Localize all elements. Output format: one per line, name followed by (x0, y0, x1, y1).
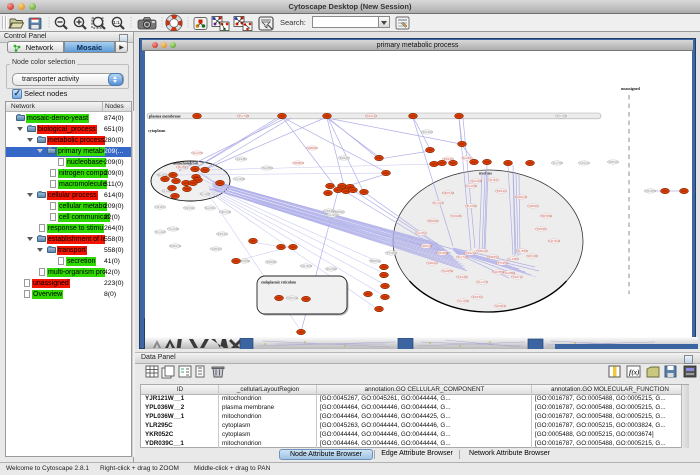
svg-text:YEL069C: YEL069C (461, 156, 472, 160)
svg-text:YGR191W: YGR191W (300, 264, 313, 268)
svg-text:YJR160C: YJR160C (487, 178, 498, 182)
svg-text:YDR343C: YDR343C (183, 206, 195, 210)
svg-text:YPL265W: YPL265W (465, 204, 477, 208)
svg-text:YOL156W: YOL156W (233, 177, 246, 181)
svg-text:YOL156W: YOL156W (457, 299, 470, 303)
svg-text:YBR069C: YBR069C (487, 255, 499, 259)
svg-text:YOL103W: YOL103W (167, 227, 180, 231)
svg-text:YJR152W: YJR152W (555, 114, 567, 118)
svg-text:YDR536W: YDR536W (540, 214, 553, 218)
svg-text:YDR508C: YDR508C (535, 227, 547, 231)
svg-text:YJR160C: YJR160C (154, 205, 165, 209)
svg-text:YOR011W: YOR011W (286, 296, 299, 300)
svg-text:YKR039W: YKR039W (644, 189, 657, 193)
svg-text:YHR096C: YHR096C (527, 204, 539, 208)
svg-text:YPT035W: YPT035W (385, 251, 397, 255)
svg-text:YKL148C: YKL148C (199, 192, 210, 196)
svg-text:YGR138C: YGR138C (235, 157, 247, 161)
svg-text:YHR094C: YHR094C (426, 261, 438, 265)
svg-text:YKL217W: YKL217W (476, 280, 488, 284)
svg-text:YDR508C: YDR508C (265, 260, 277, 264)
svg-text:YMR011W: YMR011W (515, 195, 528, 199)
svg-text:YOL103W: YOL103W (465, 184, 478, 188)
svg-text:YPL274W: YPL274W (551, 161, 563, 165)
svg-text:endoplasmic reticulum: endoplasmic reticulum (261, 281, 296, 285)
svg-text:nucleus: nucleus (479, 171, 492, 176)
svg-text:YGR121C: YGR121C (365, 114, 377, 118)
svg-text:YKR039W: YKR039W (436, 251, 449, 255)
svg-text:YMR011W: YMR011W (169, 244, 182, 248)
svg-text:cytoplasm: cytoplasm (148, 128, 166, 133)
svg-text:plasma membrane: plasma membrane (149, 114, 181, 119)
svg-text:YML081: YML081 (176, 165, 186, 169)
svg-text:YLR081W: YLR081W (292, 161, 304, 165)
svg-text:YDR345C: YDR345C (338, 156, 350, 160)
svg-text:YDR345C: YDR345C (471, 295, 483, 299)
svg-text:YLL028W: YLL028W (507, 257, 519, 261)
svg-text:unassigned: unassigned (621, 86, 641, 91)
svg-text:1:1: 1:1 (113, 20, 120, 25)
svg-text:YNR072W: YNR072W (442, 191, 455, 195)
svg-text:YNL065W: YNL065W (261, 166, 273, 170)
svg-text:YPL274W: YPL274W (456, 255, 468, 259)
svg-text:YLR081W: YLR081W (494, 304, 506, 308)
svg-text:YJR152W: YJR152W (526, 254, 538, 258)
svg-text:YGR121C: YGR121C (464, 251, 476, 255)
svg-text:YCL025C: YCL025C (326, 213, 337, 217)
svg-text:YPL265W: YPL265W (325, 267, 337, 271)
svg-text:YNR072W: YNR072W (219, 210, 232, 214)
svg-text:YCL025C: YCL025C (415, 231, 426, 235)
svg-text:YBR068C: YBR068C (427, 219, 439, 223)
svg-text:YFL055W: YFL055W (516, 249, 528, 253)
svg-text:YOR348C: YOR348C (450, 214, 462, 218)
svg-text:f(x): f(x) (629, 369, 640, 377)
svg-text:YDL194W: YDL194W (421, 130, 433, 134)
svg-text:YDR544C: YDR544C (476, 249, 488, 253)
svg-text:YEL069C: YEL069C (204, 206, 215, 210)
svg-text:YHR096C: YHR096C (210, 247, 222, 251)
svg-text:YPT035W: YPT035W (496, 261, 508, 265)
svg-text:YDR342C: YDR342C (495, 189, 507, 193)
svg-text:YDR544C: YDR544C (607, 160, 619, 164)
svg-text:YNL065W: YNL065W (441, 269, 453, 273)
svg-text:YPL274W: YPL274W (237, 114, 249, 118)
svg-text:YFL011W: YFL011W (432, 201, 444, 205)
svg-text:YBR069C: YBR069C (369, 259, 381, 263)
svg-text:YOR071C: YOR071C (511, 275, 523, 279)
svg-text:YKL217W: YKL217W (191, 151, 203, 155)
svg-text:YGR191W: YGR191W (548, 239, 561, 243)
svg-text:YOR011W: YOR011W (420, 244, 433, 248)
svg-text:YGR121C: YGR121C (578, 161, 590, 165)
svg-text:YDR342C: YDR342C (216, 232, 228, 236)
svg-text:YHR094C: YHR094C (306, 146, 318, 150)
svg-text:YFL011W: YFL011W (154, 230, 166, 234)
svg-text:YDL194W: YDL194W (470, 179, 482, 183)
svg-text:YNL268W: YNL268W (503, 271, 515, 275)
svg-text:YGR138C: YGR138C (456, 275, 468, 279)
